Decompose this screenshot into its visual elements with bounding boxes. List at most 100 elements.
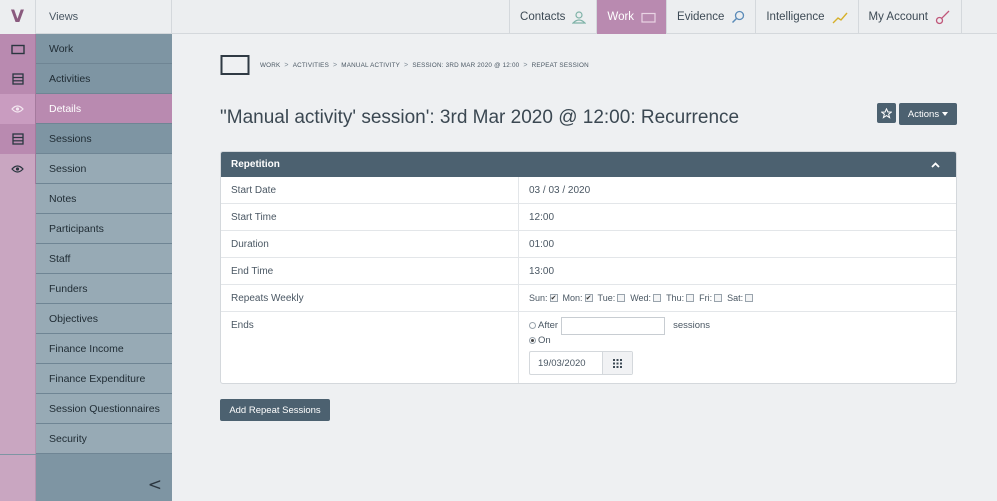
views-button[interactable]: Views — [36, 0, 172, 34]
caret-down-icon — [942, 112, 949, 116]
sidebar-item-funders[interactable]: Funders — [0, 274, 172, 304]
topnav-end-cell — [961, 0, 997, 34]
sidebar-item-objectives[interactable]: Objectives — [0, 304, 172, 334]
empty-icon-slot — [0, 274, 36, 304]
breadcrumb-sep: > — [523, 61, 528, 69]
sidebar-item-work[interactable]: Work — [0, 34, 172, 64]
breadcrumb-session[interactable]: SESSION: 3RD MAR 2020 @ 12:00 — [412, 62, 519, 69]
saturday-checkbox[interactable] — [745, 294, 754, 302]
sidebar-item-label: Activities — [36, 64, 172, 93]
top-bar: V Views Contacts Work Evidence Intellige… — [0, 0, 997, 34]
nav-my-account[interactable]: My Account — [857, 0, 961, 34]
sidebar-item-staff[interactable]: Staff — [0, 244, 172, 274]
top-navigation: Contacts Work Evidence Intelligence My A… — [509, 0, 961, 34]
nav-intelligence[interactable]: Intelligence — [755, 0, 857, 34]
friday-checkbox[interactable] — [714, 294, 723, 302]
star-icon — [881, 107, 892, 119]
breadcrumb-sep: > — [404, 61, 409, 69]
wednesday-checkbox[interactable] — [653, 294, 662, 302]
sidebar-item-label: Sessions — [36, 124, 172, 153]
breadcrumb-activities[interactable]: ACTIVITIES — [293, 62, 329, 69]
row-repeats-weekly: Repeats Weekly Sun: ✔ Mon: ✔ Tue: Wed: Thu… — [221, 285, 956, 312]
sidebar-item-label: Security — [36, 424, 172, 453]
nav-work[interactable]: Work — [596, 0, 667, 34]
row-start-date: Start Date 03 / 03 / 2020 — [221, 177, 956, 204]
sidebar-item-session[interactable]: Session — [0, 154, 172, 184]
person-icon — [572, 10, 587, 24]
monday-checkbox[interactable]: ✔ — [584, 294, 593, 302]
favourite-button[interactable] — [877, 103, 896, 123]
day-label: Thu: — [666, 293, 685, 303]
eye-icon — [0, 154, 36, 184]
after-radio[interactable] — [529, 322, 536, 329]
nav-contacts[interactable]: Contacts — [509, 0, 596, 34]
sidebar-item-participants[interactable]: Participants — [0, 214, 172, 244]
empty-icon-slot — [0, 244, 36, 274]
start-time-value: 12:00 — [529, 212, 555, 223]
sidebar-item-label: Session — [36, 154, 172, 183]
day-label: Sun: — [529, 293, 548, 303]
sunday-checkbox[interactable]: ✔ — [549, 294, 558, 302]
nav-evidence[interactable]: Evidence — [666, 0, 755, 34]
sidebar-item-finance-income[interactable]: Finance Income — [0, 334, 172, 364]
empty-icon-slot — [0, 214, 36, 244]
start-date-value: 03 / 03 / 2020 — [529, 185, 591, 196]
list-icon — [0, 64, 36, 94]
nav-my-account-label: My Account — [868, 11, 928, 23]
logo-cell[interactable]: V — [0, 0, 36, 34]
row-duration: Duration 01:00 — [221, 231, 956, 258]
collapse-sidebar-icon[interactable]: < — [148, 475, 162, 495]
list-icon — [0, 124, 36, 154]
actions-button[interactable]: Actions — [899, 103, 957, 125]
after-sessions-input[interactable] — [561, 316, 666, 335]
thursday-checkbox[interactable] — [686, 294, 695, 302]
panel-header[interactable]: Repetition — [221, 152, 956, 177]
empty-icon-slot — [0, 334, 36, 364]
ends-after-option: After sessions — [529, 316, 956, 335]
views-label: Views — [49, 11, 79, 23]
actions-label: Actions — [907, 108, 940, 120]
folder-icon — [641, 12, 656, 23]
empty-icon-slot — [0, 184, 36, 214]
day-label: Mon: — [562, 293, 583, 303]
sidebar-item-activities[interactable]: Activities — [0, 64, 172, 94]
day-label: Tue: — [597, 293, 616, 303]
trend-icon — [832, 12, 848, 23]
row-end-time: End Time 13:00 — [221, 258, 956, 285]
folder-icon — [220, 55, 250, 75]
empty-icon-slot — [0, 424, 36, 454]
breadcrumb-manual-activity[interactable]: MANUAL ACTIVITY — [341, 62, 400, 69]
sidebar-item-label: Details — [36, 94, 172, 123]
sidebar-item-label: Finance Expenditure — [36, 364, 172, 393]
day-sunday: Sun: ✔ — [529, 293, 558, 303]
row-ends: Ends After sessions On 19/03/2020 — [221, 312, 956, 383]
sidebar-item-session-questionnaires[interactable]: Session Questionnaires — [0, 394, 172, 424]
ends-options: After sessions On 19/03/2020 — [519, 312, 956, 383]
add-repeat-sessions-button[interactable]: Add Repeat Sessions — [220, 399, 330, 421]
sidebar-item-label: Funders — [36, 274, 172, 303]
tuesday-checkbox[interactable] — [617, 294, 626, 302]
row-label: Duration — [221, 231, 519, 257]
end-time-value: 13:00 — [529, 266, 555, 277]
empty-icon-slot — [0, 364, 36, 394]
sidebar-item-sessions[interactable]: Sessions — [0, 124, 172, 154]
row-label: Start Date — [221, 177, 519, 203]
breadcrumb-work[interactable]: WORK — [260, 62, 280, 69]
sidebar-item-security[interactable]: Security — [0, 424, 172, 454]
sidebar-item-details[interactable]: Details — [0, 94, 172, 124]
panel-title: Repetition — [231, 159, 280, 170]
sidebar-item-finance-expenditure[interactable]: Finance Expenditure — [0, 364, 172, 394]
empty-icon-slot — [0, 304, 36, 334]
after-label: After — [538, 320, 559, 331]
empty-icon-slot — [0, 394, 36, 424]
sidebar-item-notes[interactable]: Notes — [0, 184, 172, 214]
day-monday: Mon: ✔ — [563, 293, 593, 303]
end-date-input[interactable]: 19/03/2020 — [530, 352, 602, 374]
sessions-label: sessions — [673, 320, 711, 331]
folder-icon — [0, 34, 36, 64]
calendar-button[interactable] — [602, 352, 632, 374]
on-radio[interactable] — [529, 337, 536, 344]
sidebar-item-label: Session Questionnaires — [36, 394, 172, 423]
breadcrumb-trail: WORK > ACTIVITIES > MANUAL ACTIVITY > SE… — [260, 62, 589, 69]
chevron-up-icon[interactable] — [931, 161, 940, 168]
